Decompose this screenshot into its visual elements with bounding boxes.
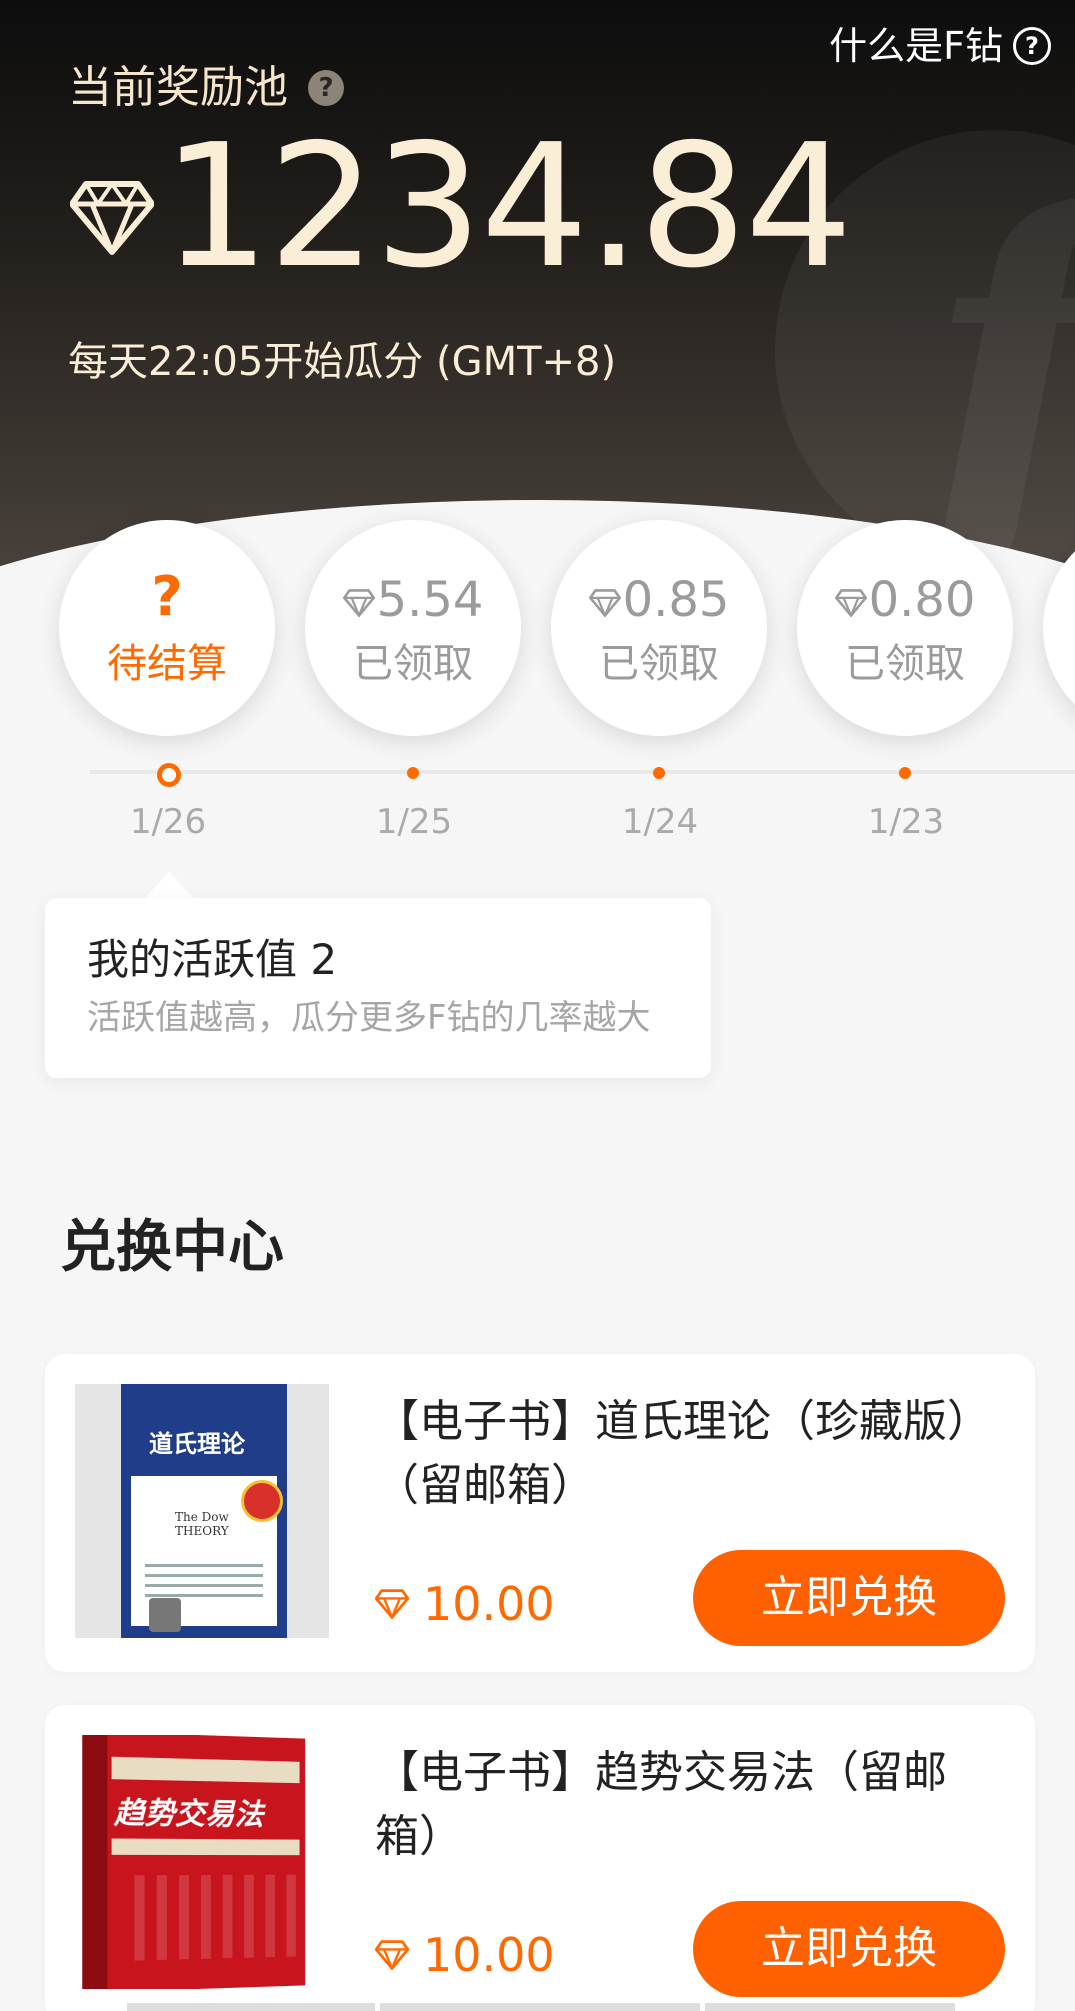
product-price-row: 10.00: [375, 1574, 555, 1634]
cover-line: [145, 1594, 263, 1597]
activity-subtitle: 活跃值越高，瓜分更多F钻的几率越大: [87, 994, 651, 1042]
timeline-dot: [407, 767, 419, 779]
product-price-row: 10.00: [375, 1925, 555, 1985]
activity-card-pointer: [143, 872, 195, 900]
what-is-f-diamond-link[interactable]: 什么是F钻 ?: [829, 20, 1051, 72]
cover-badge-icon: [241, 1480, 283, 1522]
product-price: 10.00: [423, 1925, 555, 1985]
product-card[interactable]: 道氏理论 The Dow THEORY 【电子书】道氏理论（珍藏版）（留邮箱）: [45, 1354, 1035, 1672]
diamond-icon: [375, 1940, 409, 1970]
day-status: 待结算: [59, 638, 275, 690]
day-card[interactable]: 0.85 已领取: [551, 520, 767, 736]
timeline-date: 1/23: [826, 800, 986, 844]
pending-question-icon: ?: [59, 564, 275, 630]
cover-spine: [82, 1735, 107, 1989]
exchange-center-title: 兑换中心: [60, 1210, 284, 1286]
day-amount-row: 5.54: [305, 570, 521, 630]
distribution-schedule: 每天22:05开始瓜分 (GMT+8): [68, 332, 616, 392]
cover-band: [112, 1757, 300, 1783]
day-amount: 5.54: [377, 572, 484, 628]
f-watermark-icon: f: [924, 160, 1075, 580]
day-card[interactable]: 5.54 已领取: [305, 520, 521, 736]
question-circle-icon[interactable]: ?: [308, 70, 344, 106]
book-cover-image: 道氏理论 The Dow THEORY: [121, 1384, 287, 1638]
cover-title: 趋势交易法: [114, 1787, 264, 1833]
cover-line: [145, 1584, 263, 1587]
diamond-icon: [343, 589, 375, 617]
activity-card: 我的活跃值 2 活跃值越高，瓜分更多F钻的几率越大: [45, 898, 711, 1078]
diamond-icon: [375, 1589, 409, 1619]
cover-line: [145, 1574, 263, 1577]
day-status: 已领取: [797, 638, 1013, 690]
product-card[interactable]: 趋势交易法 【电子书】趋势交易法（留邮箱） 10.00 立即兑换: [45, 1705, 1035, 2011]
diamond-icon: [589, 589, 621, 617]
day-status: 已领取: [551, 638, 767, 690]
day-card-pending[interactable]: ? 待结算: [59, 520, 275, 736]
timeline-date: 1/25: [334, 800, 494, 844]
cover-chart-pattern: [134, 1875, 297, 1961]
product-cover: 道氏理论 The Dow THEORY: [75, 1384, 329, 1638]
timeline-dot: [653, 767, 665, 779]
bottom-tab-indicator: [380, 2003, 700, 2011]
diamond-icon: [835, 589, 867, 617]
cover-portrait: [149, 1598, 181, 1632]
book-cover-image: 趋势交易法: [82, 1735, 305, 1989]
day-amount-row: 0.85: [551, 570, 767, 630]
page: f 当前奖励池 ? 什么是F钻 ? 1234.84 每天22:05开始瓜分 (G…: [0, 0, 1075, 2011]
product-name: 【电子书】道氏理论（珍藏版）（留邮箱）: [375, 1390, 975, 1518]
timeline-track: [90, 770, 1075, 774]
what-is-f-diamond-label: 什么是F钻: [829, 20, 1003, 72]
cover-band: [112, 1838, 300, 1855]
day-status: 已领取: [305, 638, 521, 690]
timeline-dot: [899, 767, 911, 779]
day-amount: 0.85: [623, 572, 730, 628]
timeline-date: 1/24: [580, 800, 740, 844]
product-price: 10.00: [423, 1574, 555, 1634]
product-name: 【电子书】趋势交易法（留邮箱）: [375, 1741, 975, 1869]
help-circle-icon: ?: [1013, 27, 1051, 65]
timeline-dot-current: [157, 763, 181, 787]
bottom-tab-indicator: [127, 2003, 375, 2011]
bottom-tab-indicator: [705, 2003, 955, 2011]
cover-line: [145, 1564, 263, 1567]
day-amount-row: 0.80: [797, 570, 1013, 630]
timeline-date: 1/26: [88, 800, 248, 844]
redeem-button[interactable]: 立即兑换: [693, 1901, 1005, 1997]
day-card[interactable]: 0.80 已领取: [797, 520, 1013, 736]
pool-amount: 1234.84: [162, 122, 851, 292]
activity-title: 我的活跃值 2: [87, 932, 337, 988]
redeem-button[interactable]: 立即兑换: [693, 1550, 1005, 1646]
cover-title: 道氏理论: [149, 1424, 245, 1459]
day-amount: 0.80: [869, 572, 976, 628]
diamond-icon: [70, 180, 154, 256]
product-cover: 趋势交易法: [75, 1735, 329, 1989]
